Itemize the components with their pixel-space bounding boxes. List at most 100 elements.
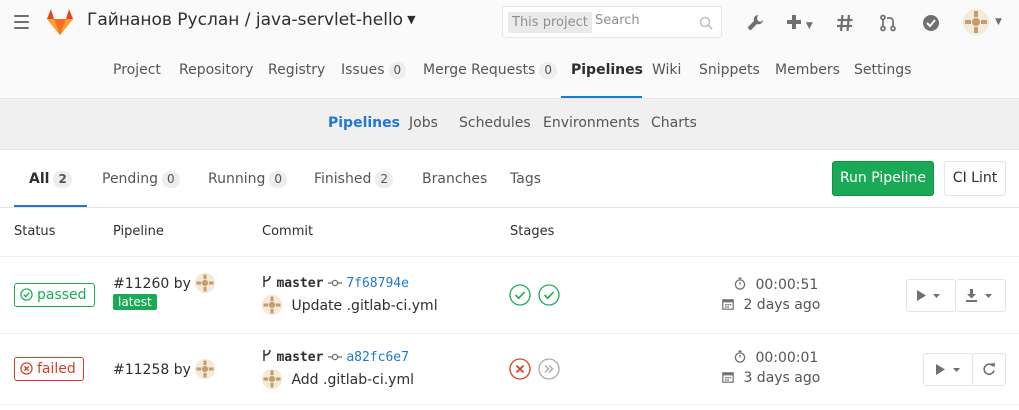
status-badge[interactable]: failed xyxy=(14,357,84,381)
commit-icon xyxy=(327,279,342,287)
tab-all[interactable]: All 2 xyxy=(29,171,72,188)
branch-name[interactable]: master xyxy=(276,276,323,291)
project-title-text[interactable]: Гайнанов Руслан / java-servlet-hello xyxy=(87,10,403,30)
nav-item-label: Repository xyxy=(179,62,254,78)
run-pipeline-button[interactable]: Run Pipeline xyxy=(832,161,934,196)
artifacts-download-dropdown[interactable] xyxy=(955,279,1006,312)
sub-nav: Pipelines Jobs Schedules Environments Ch… xyxy=(0,99,1019,150)
nav-item-label: Issues xyxy=(341,62,385,78)
pipeline-id-cell: #11258 by xyxy=(113,359,216,379)
search-scope-badge[interactable]: This project xyxy=(508,12,592,33)
project-title[interactable]: Гайнанов Руслан / java-servlet-hello ▼ xyxy=(87,10,416,30)
nav-item-repository[interactable]: Repository xyxy=(179,62,253,78)
column-header-pipeline: Pipeline xyxy=(113,224,164,239)
tab-label: All xyxy=(29,171,50,187)
chevron-down-icon[interactable]: ▼ xyxy=(995,17,1002,27)
avatar[interactable] xyxy=(195,273,216,293)
tab-label: Finished xyxy=(314,171,372,187)
retry-button[interactable] xyxy=(972,353,1006,386)
manual-actions-dropdown[interactable] xyxy=(906,279,956,312)
merge-request-icon[interactable] xyxy=(877,12,899,34)
tab-label: Running xyxy=(208,171,266,187)
commit-sha-link[interactable]: a82fc6e7 xyxy=(346,350,409,365)
stage-success-icon[interactable] xyxy=(538,284,560,306)
menu-icon[interactable] xyxy=(14,15,29,29)
todo-check-icon[interactable] xyxy=(920,12,942,34)
tab-tags[interactable]: Tags xyxy=(510,171,541,187)
wrench-icon[interactable] xyxy=(744,12,766,34)
manual-actions-dropdown[interactable] xyxy=(923,353,973,386)
nav-item-issues[interactable]: Issues 0 xyxy=(341,62,407,79)
retry-icon xyxy=(983,363,995,375)
status-failed-icon xyxy=(20,362,33,375)
pipeline-id-cell: #11260 by xyxy=(113,273,216,293)
column-header-commit: Commit xyxy=(262,224,314,239)
branch-icon xyxy=(263,349,271,361)
hash-icon[interactable] xyxy=(834,12,856,34)
duration: 00:00:01 xyxy=(734,350,818,366)
latest-badge: latest xyxy=(113,294,157,310)
nav-item-members[interactable]: Members xyxy=(775,62,840,78)
nav-item-label: Pipelines xyxy=(571,62,643,78)
nav-item-snippets[interactable]: Snippets xyxy=(699,62,760,78)
branch-name[interactable]: master xyxy=(276,350,323,365)
chevron-down-icon[interactable]: ▼ xyxy=(407,13,415,26)
commit-sha-link[interactable]: 7f68794e xyxy=(346,276,409,291)
finished-text: 3 days ago xyxy=(743,370,821,386)
active-tab-indicator xyxy=(14,205,87,207)
avatar[interactable] xyxy=(262,295,282,315)
finished-at: 3 days ago xyxy=(722,370,820,386)
tab-branches[interactable]: Branches xyxy=(422,171,487,187)
nav-item-label: Project xyxy=(113,62,161,78)
tab-running[interactable]: Running 0 xyxy=(208,171,288,188)
stage-failed-icon[interactable] xyxy=(509,358,531,380)
subnav-item-jobs[interactable]: Jobs xyxy=(409,115,438,131)
pipeline-link[interactable]: #11260 xyxy=(113,276,169,292)
issues-count-badge: 0 xyxy=(388,62,407,79)
nav-item-registry[interactable]: Registry xyxy=(268,62,325,78)
calendar-icon xyxy=(722,299,734,310)
plus-icon[interactable]: ▼ xyxy=(785,12,821,34)
stage-success-icon[interactable] xyxy=(509,284,531,306)
commit-message-row: Add .gitlab-ci.yml xyxy=(262,369,414,389)
pipeline-link[interactable]: #11258 xyxy=(113,362,169,378)
tab-count-badge: 0 xyxy=(161,171,180,188)
commit-ref: master a82fc6e7 xyxy=(262,349,409,365)
nav-item-label: Settings xyxy=(854,62,912,78)
user-avatar[interactable] xyxy=(963,9,989,35)
ci-lint-button[interactable]: CI Lint xyxy=(944,161,1006,196)
column-header-stages: Stages xyxy=(510,224,555,239)
tab-count-badge: 2 xyxy=(53,171,72,188)
search-box[interactable]: This project xyxy=(502,6,722,38)
avatar[interactable] xyxy=(195,359,216,379)
avatar[interactable] xyxy=(262,369,282,389)
nav-item-settings[interactable]: Settings xyxy=(854,62,911,78)
nav-item-label: Merge Requests xyxy=(423,62,536,78)
subnav-item-environments[interactable]: Environments xyxy=(543,115,640,131)
by-label: by xyxy=(173,276,191,292)
subnav-item-pipelines[interactable]: Pipelines xyxy=(328,115,400,131)
nav-item-pipelines[interactable]: Pipelines xyxy=(571,62,643,78)
chevron-down-icon[interactable]: ▼ xyxy=(803,21,813,31)
stage-skipped-icon[interactable] xyxy=(538,358,560,380)
commit-icon xyxy=(327,353,342,361)
timer-icon xyxy=(734,350,746,363)
nav-item-project[interactable]: Project xyxy=(113,62,161,78)
subnav-item-schedules[interactable]: Schedules xyxy=(459,115,531,131)
subnav-item-charts[interactable]: Charts xyxy=(651,115,697,131)
status-badge[interactable]: passed xyxy=(14,283,95,307)
merge-requests-count-badge: 0 xyxy=(539,62,557,79)
nav-item-wiki[interactable]: Wiki xyxy=(652,62,681,78)
play-icon xyxy=(917,290,940,301)
commit-message-link[interactable]: Update .gitlab-ci.yml xyxy=(291,298,437,314)
active-tab-indicator xyxy=(561,96,642,98)
tab-finished[interactable]: Finished 2 xyxy=(314,171,393,188)
search-input[interactable] xyxy=(595,13,695,28)
finished-at: 2 days ago xyxy=(722,297,820,313)
gitlab-logo[interactable] xyxy=(44,6,76,38)
nav-item-merge-requests[interactable]: Merge Requests 0 xyxy=(423,62,557,79)
tab-count-badge: 2 xyxy=(375,171,393,188)
project-nav: Project Repository Registry Issues 0 Merg… xyxy=(0,46,1019,99)
tab-pending[interactable]: Pending 0 xyxy=(102,171,180,188)
commit-message-link[interactable]: Add .gitlab-ci.yml xyxy=(291,372,414,388)
